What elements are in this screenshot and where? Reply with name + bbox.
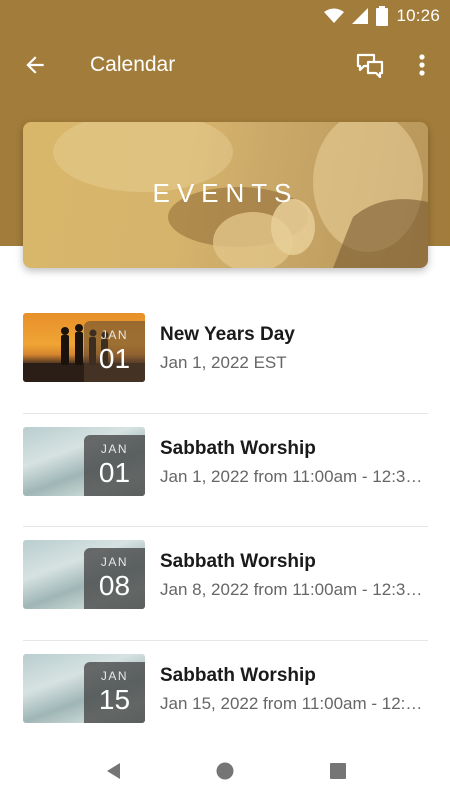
date-month: JAN — [100, 441, 129, 456]
date-day: 08 — [98, 570, 131, 602]
chat-button[interactable] — [355, 51, 385, 81]
nav-home-icon — [216, 762, 234, 780]
battery-icon — [376, 6, 389, 26]
date-day: 01 — [98, 456, 131, 488]
date-badge: JAN 15 — [84, 662, 145, 724]
event-item[interactable]: JAN 01 Sabbath Worship Jan 1, 2022 from … — [0, 414, 450, 528]
event-date: Jan 8, 2022 from 11:00am - 12:30pm EST — [160, 580, 428, 600]
date-month: JAN — [100, 669, 129, 684]
status-icons: 10:26 — [324, 5, 440, 27]
event-date: Jan 1, 2022 EST — [160, 353, 287, 372]
event-thumbnail: JAN 08 — [23, 540, 145, 610]
wifi-icon — [324, 8, 345, 23]
event-title: Sabbath Worship — [160, 551, 316, 573]
status-bar: 10:26 — [0, 0, 450, 32]
date-month: JAN — [100, 328, 129, 342]
nav-back-icon — [107, 763, 120, 779]
event-item[interactable]: JAN 08 Sabbath Worship Jan 8, 2022 from … — [0, 527, 450, 642]
date-badge: JAN 01 — [84, 321, 145, 382]
event-thumbnail: JAN 01 — [23, 313, 145, 382]
back-button[interactable] — [22, 52, 48, 78]
screen: 10:26 Calendar EVENTS JAN 01 New Years D… — [0, 0, 450, 800]
event-title: Sabbath Worship — [160, 665, 316, 687]
nav-recents-icon — [330, 763, 346, 779]
date-day: 15 — [98, 684, 131, 716]
signal-icon — [352, 8, 369, 24]
banner-title: EVENTS — [152, 178, 299, 208]
more-options-button[interactable] — [410, 51, 434, 81]
toolbar: Calendar — [0, 32, 450, 100]
event-thumbnail: JAN 01 — [23, 426, 145, 496]
chat-icon — [356, 53, 384, 79]
system-nav-bar — [0, 740, 450, 800]
event-date: Jan 1, 2022 from 11:00am - 12:30pm EST — [160, 466, 428, 486]
event-title: New Years Day — [160, 324, 295, 345]
event-item[interactable]: JAN 01 New Years Day Jan 1, 2022 EST — [0, 300, 450, 414]
event-date: Jan 15, 2022 from 11:00am - 12:30pm EST — [160, 694, 428, 714]
events-banner: EVENTS — [23, 122, 428, 268]
page-title: Calendar — [90, 53, 176, 76]
date-month: JAN — [100, 555, 129, 570]
nav-home-button[interactable] — [214, 760, 236, 782]
date-badge: JAN 08 — [84, 548, 145, 610]
event-title: Sabbath Worship — [160, 437, 316, 459]
more-vert-icon — [419, 54, 425, 76]
event-list: JAN 01 New Years Day Jan 1, 2022 EST JAN… — [0, 300, 450, 755]
nav-recents-button[interactable] — [327, 760, 349, 782]
date-day: 01 — [98, 343, 131, 374]
nav-back-button[interactable] — [103, 760, 125, 782]
date-badge: JAN 01 — [84, 434, 145, 496]
status-time: 10:26 — [396, 6, 440, 25]
event-thumbnail: JAN 15 — [23, 654, 145, 724]
event-item[interactable]: JAN 15 Sabbath Worship Jan 15, 2022 from… — [0, 641, 450, 755]
back-arrow-icon — [26, 56, 44, 74]
